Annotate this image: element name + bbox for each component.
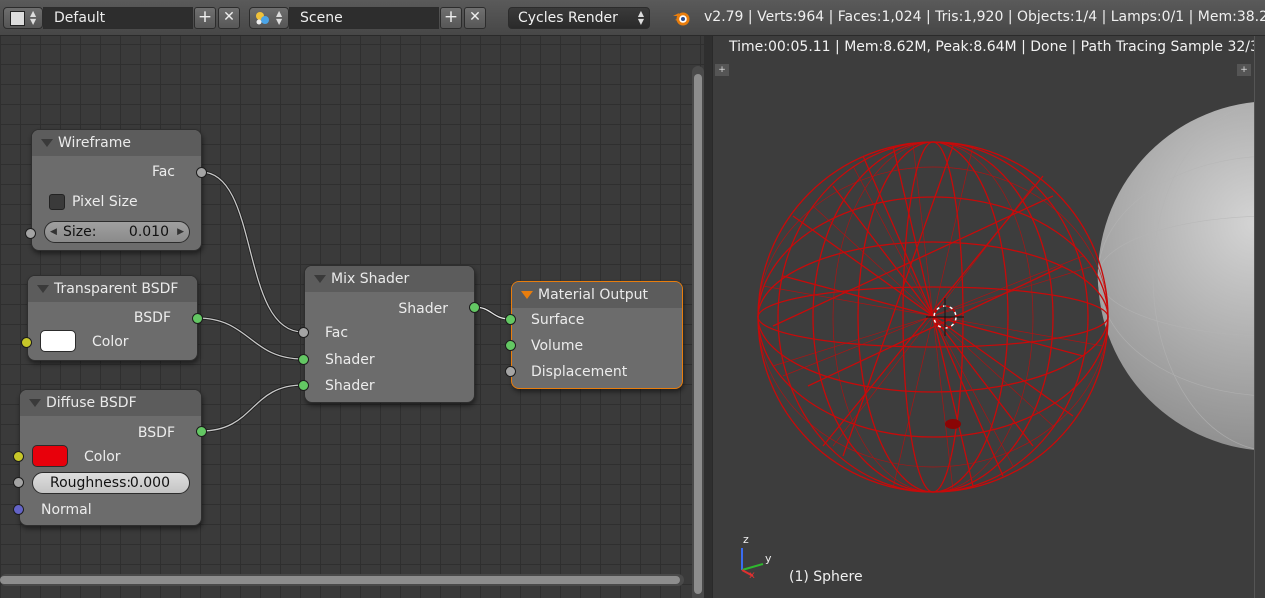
collapse-triangle-icon[interactable]: [29, 399, 41, 407]
transparent-bsdf-node[interactable]: Transparent BSDF BSDF Color: [27, 275, 198, 361]
pixel-size-checkbox[interactable]: [49, 194, 65, 210]
horizontal-scrollbar[interactable]: [0, 574, 684, 586]
3d-viewport[interactable]: Time:00:05.11 | Mem:8.62M, Peak:8.64M | …: [712, 36, 1265, 598]
layout-name-field[interactable]: Default: [43, 7, 193, 29]
node-title: Mix Shader: [331, 271, 410, 287]
surface-input-label: Surface: [531, 312, 585, 328]
wireframe-node[interactable]: Wireframe Fac Pixel Size ◀ Size: 0.010 ▶: [31, 129, 202, 251]
output-surface-input-socket[interactable]: [505, 314, 516, 325]
properties-region-edge[interactable]: [1254, 36, 1265, 598]
mix-shader-node[interactable]: Mix Shader Shader Fac Shader Shader: [304, 265, 475, 403]
mix-shader1-input-socket[interactable]: [298, 354, 309, 365]
normal-label: Normal: [41, 502, 92, 518]
roughness-value: 0.000: [129, 475, 170, 491]
collapse-triangle-icon[interactable]: [521, 291, 533, 299]
diffuse-color-swatch[interactable]: [32, 445, 68, 467]
roughness-slider[interactable]: Roughness: 0.000: [32, 472, 190, 494]
axis-y-label: y: [765, 552, 772, 565]
diffuse-normal-input-socket[interactable]: [13, 504, 24, 515]
grey-sphere: [1098, 101, 1265, 451]
mix-shader-output-socket[interactable]: [469, 302, 480, 313]
output-volume-input-socket[interactable]: [505, 340, 516, 351]
bsdf-output-label: BSDF: [137, 425, 175, 441]
color-label: Color: [84, 449, 121, 465]
active-object-label: (1) Sphere: [789, 569, 863, 585]
top-header: ▲ ▼ Default + ✕ ▲ ▼ Scene + ✕ Cycles Rende…: [0, 0, 1265, 36]
diffuse-bsdf-output-socket[interactable]: [196, 426, 207, 437]
material-output-node[interactable]: Material Output Surface Volume Displacem…: [511, 281, 683, 389]
wireframe-fac-output-socket[interactable]: [196, 167, 207, 178]
render-status: Time:00:05.11 | Mem:8.62M, Peak:8.64M | …: [729, 39, 1265, 55]
blender-logo-icon: [672, 9, 692, 27]
viewport-corner-handle-right[interactable]: +: [1237, 64, 1251, 76]
collapse-triangle-icon[interactable]: [41, 139, 53, 147]
delete-scene-button[interactable]: ✕: [464, 7, 486, 29]
roughness-label: Roughness:: [50, 475, 132, 491]
axis-x-label: x: [749, 570, 755, 581]
delete-layout-button[interactable]: ✕: [218, 7, 240, 29]
wireframe-size-input-socket[interactable]: [25, 228, 36, 239]
collapse-triangle-icon[interactable]: [37, 285, 49, 293]
sphere-render: [741, 101, 1265, 577]
wireframe-node-header[interactable]: Wireframe: [32, 130, 201, 156]
size-value: 0.010: [128, 224, 169, 240]
scene-icon: [255, 11, 270, 25]
node-title: Material Output: [538, 287, 648, 303]
link-wireframe-fac-to-mix-fac: [200, 170, 304, 334]
diffuse-node-header[interactable]: Diffuse BSDF: [20, 390, 201, 416]
render-engine-label: Cycles Render: [518, 10, 618, 26]
add-scene-button[interactable]: +: [440, 7, 462, 29]
area-separator[interactable]: [704, 36, 712, 598]
output-displacement-input-socket[interactable]: [505, 366, 516, 377]
size-slider[interactable]: ◀ Size: 0.010 ▶: [44, 221, 190, 243]
transparent-color-input-socket[interactable]: [21, 337, 32, 348]
scene-statistics: v2.79 | Verts:964 | Faces:1,024 | Tris:1…: [704, 9, 1265, 25]
shader-input-1-label: Shader: [325, 352, 375, 368]
horizontal-scrollbar-thumb[interactable]: [0, 576, 680, 584]
shader-input-2-label: Shader: [325, 378, 375, 394]
vertical-scrollbar[interactable]: [692, 66, 704, 598]
fac-output-label: Fac: [151, 164, 175, 180]
scene-selector-button[interactable]: ▲ ▼: [249, 7, 289, 29]
scene-name-field[interactable]: Scene: [289, 7, 439, 29]
node-title: Transparent BSDF: [54, 281, 179, 297]
transparent-bsdf-output-socket[interactable]: [192, 313, 203, 324]
volume-input-label: Volume: [531, 338, 584, 354]
axis-z-label: z: [743, 533, 749, 546]
color-label: Color: [92, 334, 129, 350]
transparent-node-header[interactable]: Transparent BSDF: [28, 276, 197, 302]
transparent-color-swatch[interactable]: [40, 330, 76, 352]
diffuse-color-input-socket[interactable]: [13, 451, 24, 462]
node-editor[interactable]: Wireframe Fac Pixel Size ◀ Size: 0.010 ▶…: [0, 36, 704, 598]
mix-node-header[interactable]: Mix Shader: [305, 266, 474, 292]
dropdown-arrows-icon: ▲ ▼: [30, 9, 37, 26]
vertical-scrollbar-thumb[interactable]: [694, 74, 702, 594]
node-title: Wireframe: [58, 135, 132, 151]
editor-type-icon: [10, 11, 25, 26]
node-title: Diffuse BSDF: [46, 395, 137, 411]
bsdf-output-label: BSDF: [133, 310, 171, 326]
diffuse-roughness-input-socket[interactable]: [13, 477, 24, 488]
mix-fac-input-socket[interactable]: [298, 327, 309, 338]
add-layout-button[interactable]: +: [194, 7, 216, 29]
displacement-input-label: Displacement: [531, 364, 628, 380]
pixel-size-label: Pixel Size: [72, 194, 138, 210]
diffuse-bsdf-node[interactable]: Diffuse BSDF BSDF Color Roughness: 0.000…: [19, 389, 202, 526]
dropdown-arrows-icon: ▲ ▼: [637, 9, 644, 26]
render-engine-select[interactable]: Cycles Render ▲ ▼: [508, 7, 650, 29]
fac-input-label: Fac: [325, 325, 349, 341]
shader-output-label: Shader: [398, 301, 448, 317]
editor-type-button[interactable]: ▲ ▼: [3, 7, 43, 29]
viewport-corner-handle[interactable]: +: [715, 64, 729, 76]
mix-shader2-input-socket[interactable]: [298, 380, 309, 391]
output-node-header[interactable]: Material Output: [512, 282, 682, 308]
collapse-triangle-icon[interactable]: [314, 275, 326, 283]
dropdown-arrows-icon: ▲ ▼: [276, 9, 283, 26]
size-label: Size:: [63, 224, 97, 240]
